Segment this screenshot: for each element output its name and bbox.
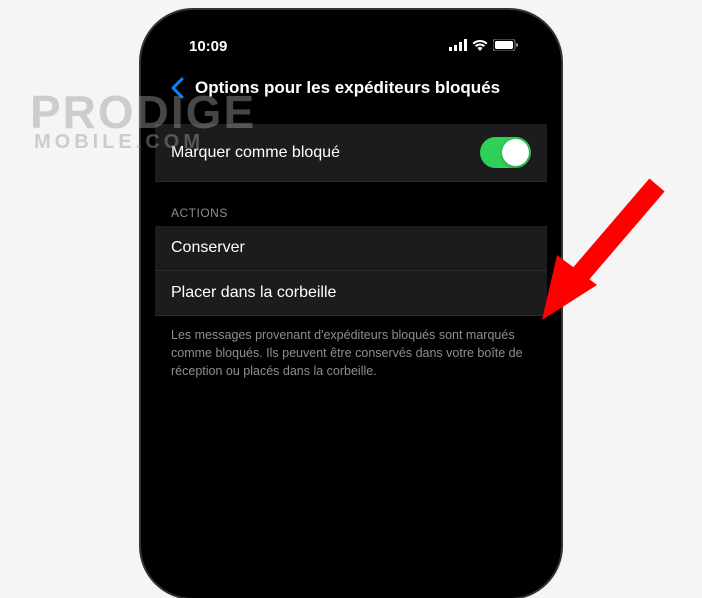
toggle-knob xyxy=(502,139,529,166)
trash-label: Placer dans la corbeille xyxy=(171,284,336,302)
battery-icon xyxy=(493,38,519,55)
status-time: 10:09 xyxy=(179,38,227,55)
conserve-row[interactable]: Conserver xyxy=(155,226,547,271)
nav-bar: Options pour les expéditeurs bloqués xyxy=(155,68,547,112)
status-indicators xyxy=(449,38,523,55)
annotation-arrow-icon xyxy=(542,170,672,325)
wifi-icon xyxy=(472,38,488,55)
mark-blocked-label: Marquer comme bloqué xyxy=(171,144,340,162)
signal-icon xyxy=(449,38,467,55)
phone-frame: 10:09 Options pour les expéditeurs bloqu… xyxy=(141,10,561,598)
mark-blocked-row[interactable]: Marquer comme bloqué xyxy=(155,124,547,182)
trash-row[interactable]: Placer dans la corbeille xyxy=(155,271,547,316)
notch xyxy=(261,24,441,52)
back-icon[interactable] xyxy=(165,76,189,100)
conserve-label: Conserver xyxy=(171,239,245,257)
mark-blocked-toggle[interactable] xyxy=(480,137,531,168)
actions-header: ACTIONS xyxy=(155,182,547,226)
actions-footer: Les messages provenant d'expéditeurs blo… xyxy=(155,316,547,390)
content: Marquer comme bloqué ACTIONS Conserver P… xyxy=(155,112,547,390)
phone-screen: 10:09 Options pour les expéditeurs bloqu… xyxy=(155,24,547,584)
page-title: Options pour les expéditeurs bloqués xyxy=(195,78,500,98)
